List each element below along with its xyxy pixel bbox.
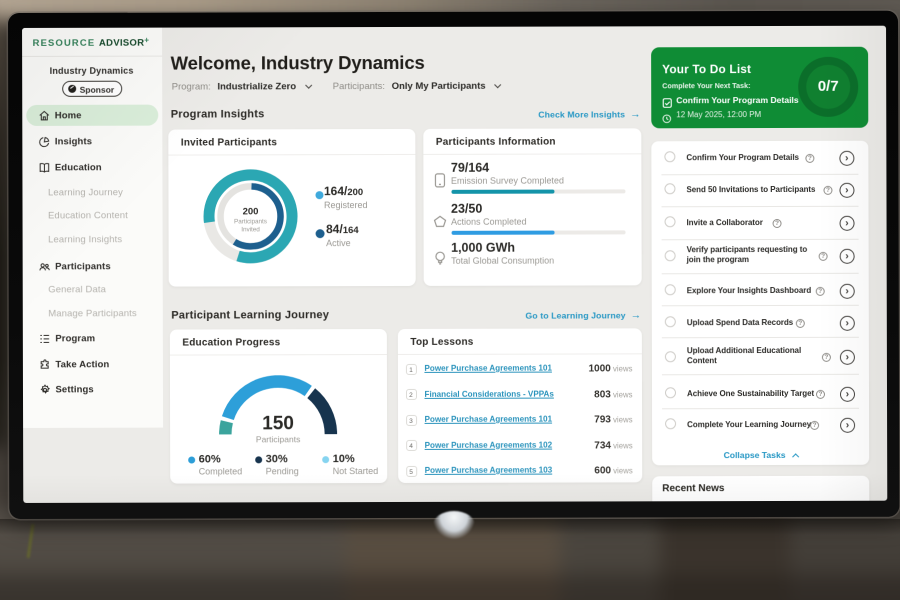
- svg-text:Invited: Invited: [241, 226, 260, 233]
- svg-text:Participants: Participants: [234, 218, 267, 225]
- svg-text:200: 200: [242, 206, 258, 217]
